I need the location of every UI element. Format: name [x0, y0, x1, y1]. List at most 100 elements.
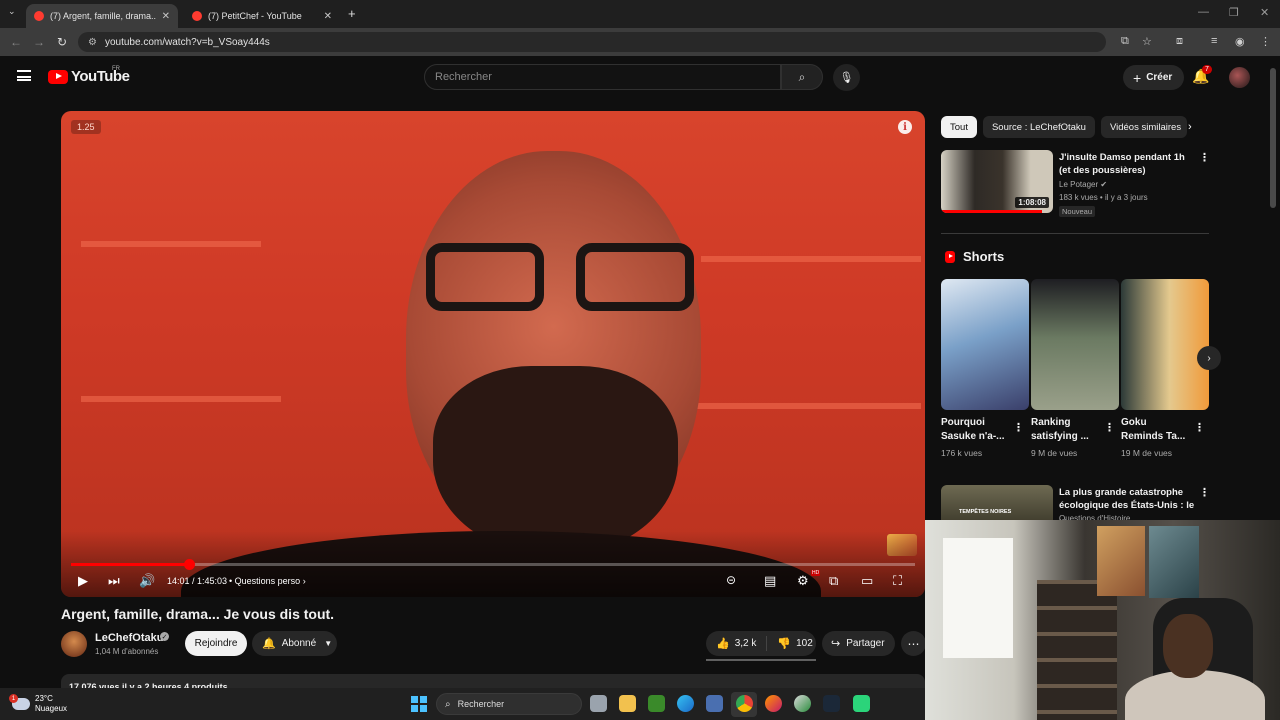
browser-menu-icon[interactable]: ⋮	[1260, 35, 1271, 48]
task-view-icon[interactable]	[590, 695, 607, 712]
profile-icon[interactable]: ◉	[1235, 35, 1245, 48]
subscribed-button[interactable]: 🔔 Abonné ▼	[252, 631, 337, 656]
chapter-button[interactable]: • Questions perso ›	[229, 576, 306, 586]
reload-icon[interactable]: ↻	[57, 35, 67, 49]
search-button[interactable]: ⌕	[781, 64, 823, 90]
new-tab-button[interactable]: +	[348, 6, 356, 21]
menu-icon[interactable]	[17, 70, 31, 81]
file-explorer-icon[interactable]	[619, 695, 636, 712]
steam-icon[interactable]	[823, 695, 840, 712]
more-actions-icon[interactable]: ⋯	[901, 631, 926, 656]
kebab-menu-icon[interactable]: ⋮	[1194, 421, 1205, 434]
maximize-icon[interactable]: ❐	[1229, 6, 1239, 19]
create-button[interactable]: + Créer	[1123, 65, 1185, 90]
forward-icon[interactable]: →	[33, 35, 45, 49]
chip-similar[interactable]: Vidéos similaires	[1100, 116, 1187, 138]
extensions-icon[interactable]: ⧈	[1176, 35, 1183, 48]
edge-icon[interactable]	[677, 695, 694, 712]
short-title[interactable]: Pourquoi Sasuke n'a-...	[941, 416, 1009, 444]
short-title[interactable]: Ranking satisfying ...	[1031, 416, 1099, 444]
next-icon[interactable]: ⏭	[108, 573, 120, 589]
page-scrollbar[interactable]	[1270, 68, 1276, 208]
taskbar-search[interactable]: ⌕ Rechercher	[436, 693, 582, 715]
recommendation-meta: 183 k vues • il y a 3 jours	[1059, 193, 1148, 202]
shorts-next-button[interactable]: ›	[1197, 346, 1221, 370]
close-tab-icon[interactable]: ✕	[324, 11, 332, 22]
recommendation-title[interactable]: J'insulte Damso pendant 1h (et des pouss…	[1059, 151, 1194, 177]
short-title[interactable]: Goku Reminds Ta...	[1121, 416, 1189, 444]
hd-badge: HD	[811, 570, 821, 576]
channel-avatar[interactable]	[61, 631, 87, 657]
tab-search-icon[interactable]: ⌄	[8, 6, 16, 17]
windows-start-icon[interactable]	[411, 696, 427, 712]
nvidia-icon[interactable]	[648, 695, 665, 712]
firefox-icon[interactable]	[765, 695, 782, 712]
dislike-button[interactable]: 👎 102	[767, 637, 812, 650]
close-tab-icon[interactable]: ✕	[162, 11, 170, 22]
kebab-menu-icon[interactable]: ⋮	[1013, 421, 1024, 434]
short-views: 176 k vues	[941, 448, 983, 458]
tab-video[interactable]: (7) Argent, famille, drama... Je v ✕	[26, 4, 178, 28]
tab-petitchef[interactable]: (7) PetitChef - YouTube ✕	[184, 4, 340, 28]
url-text: youtube.com/watch?v=b_VSoay444s	[104, 36, 270, 48]
theater-mode-icon[interactable]: ▭	[861, 573, 873, 589]
recommendation-thumbnail[interactable]: TEMPÊTES NOIRES	[941, 485, 1053, 525]
youtube-favicon-icon	[34, 11, 44, 21]
recommendation-thumbnail[interactable]: 1:08:08	[941, 150, 1053, 213]
chrome-icon[interactable]	[736, 695, 753, 712]
plus-icon: +	[1133, 69, 1142, 86]
chevron-right-icon: ›	[302, 576, 306, 586]
install-app-icon[interactable]: ⧉	[1121, 35, 1129, 48]
minimize-icon[interactable]: —	[1198, 6, 1209, 18]
like-dislike-group: 👍 3,2 k 👎 102	[706, 631, 816, 656]
progress-bar[interactable]	[71, 559, 915, 570]
address-bar[interactable]: ⚙ youtube.com/watch?v=b_VSoay444s	[78, 32, 1106, 52]
video-player[interactable]: 1.25 i ▶ ⏭ 🔊 14:01 / 1:45:03 • Questions…	[61, 111, 925, 597]
media-controls-icon[interactable]: ≡	[1211, 35, 1217, 47]
browser-toolbar: ← → ↻ ⚙ youtube.com/watch?v=b_VSoay444s …	[0, 28, 1280, 56]
settings-gear-icon[interactable]: ⚙	[797, 573, 809, 589]
close-window-icon[interactable]: ✕	[1260, 6, 1269, 19]
like-button[interactable]: 👍 3,2 k	[706, 636, 768, 651]
app-icon[interactable]	[853, 695, 870, 712]
kebab-menu-icon[interactable]: ⋮	[1199, 486, 1210, 499]
share-button[interactable]: ↪ Partager	[822, 631, 895, 656]
chevron-right-icon[interactable]: ›	[1188, 121, 1192, 133]
new-badge: Nouveau	[1059, 206, 1096, 217]
back-icon[interactable]: ←	[10, 35, 22, 49]
short-thumbnail[interactable]	[1031, 279, 1119, 410]
like-ratio-bar	[706, 659, 816, 661]
volume-icon[interactable]: 🔊	[139, 573, 155, 589]
weather-widget[interactable]: 1 23°C Nuageux	[9, 694, 67, 714]
account-avatar[interactable]	[1229, 67, 1250, 88]
recommendation-channel[interactable]: Le Potager ✔	[1059, 180, 1107, 189]
chip-all[interactable]: Tout	[941, 116, 977, 138]
kebab-menu-icon[interactable]: ⋮	[1199, 151, 1210, 164]
play-icon[interactable]: ▶	[78, 573, 88, 589]
info-icon[interactable]: i	[898, 120, 912, 134]
bookmark-star-icon[interactable]: ☆	[1142, 35, 1152, 48]
autoplay-toggle-icon[interactable]: ⊝	[726, 573, 736, 587]
fullscreen-icon[interactable]: ⛶	[893, 573, 902, 589]
channel-name[interactable]: LeChefOtaku	[95, 632, 163, 644]
bell-icon: 🔔	[262, 638, 276, 650]
browser-tab-strip: ⌄ (7) Argent, famille, drama... Je v ✕ (…	[0, 0, 1280, 28]
voice-search-button[interactable]: 🎙	[833, 64, 860, 91]
short-thumbnail[interactable]	[941, 279, 1029, 410]
youtube-logo[interactable]: YouTube FR	[48, 66, 130, 85]
create-label: Créer	[1146, 72, 1173, 83]
miniplayer-icon[interactable]: ⧉	[829, 573, 838, 589]
verified-check-icon: ✓	[160, 632, 169, 641]
short-thumbnail[interactable]	[1121, 279, 1209, 410]
subtitles-icon[interactable]: ▤	[764, 573, 776, 589]
kebab-menu-icon[interactable]: ⋮	[1104, 421, 1115, 434]
search-input[interactable]: Rechercher	[424, 64, 781, 90]
xbox-icon[interactable]	[794, 695, 811, 712]
chapter-label: • Questions perso	[229, 576, 301, 586]
search-icon: ⌕	[445, 698, 451, 710]
chip-source[interactable]: Source : LeChefOtaku	[982, 116, 1095, 138]
site-info-icon[interactable]: ⚙	[88, 37, 97, 48]
store-icon[interactable]	[706, 695, 723, 712]
join-button[interactable]: Rejoindre	[185, 631, 247, 656]
share-label: Partager	[846, 638, 885, 649]
